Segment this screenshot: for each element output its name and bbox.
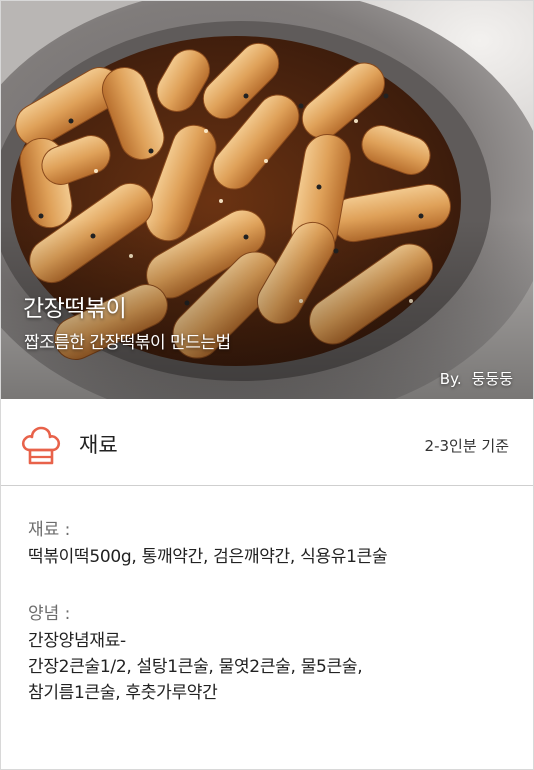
author-prefix: By.: [439, 370, 462, 388]
hero-section: 간장떡볶이 짭조름한 간장떡볶이 만드는법 By. 둥둥둥: [1, 1, 533, 399]
chef-hat-icon: [21, 426, 61, 465]
recipe-subtitle: 짭조름한 간장떡볶이 만드는법: [24, 333, 231, 353]
section-title: 재료: [79, 433, 118, 457]
ingredients-text: 떡볶이떡500g, 통깨약간, 검은깨약간, 식용유1큰술: [28, 547, 388, 567]
recipe-title: 간장떡볶이: [23, 296, 127, 322]
sauce-label: 양념 :: [28, 604, 71, 624]
ingredients-header: 재료 2-3인분 기준: [1, 399, 533, 486]
sauce-line: 간장양념재료-: [28, 631, 126, 651]
sauce-line: 참기름1큰술, 후춧가루약간: [28, 683, 218, 703]
ingredients-label: 재료 :: [28, 520, 71, 540]
sauce-line: 간장2큰술1/2, 설탕1큰술, 물엿2큰술, 물5큰술,: [28, 657, 363, 677]
sauce-text: 간장양념재료- 간장2큰술1/2, 설탕1큰술, 물엿2큰술, 물5큰술, 참기…: [28, 628, 363, 706]
author-credit[interactable]: By. 둥둥둥: [440, 368, 513, 389]
recipe-page: 간장떡볶이 짭조름한 간장떡볶이 만드는법 By. 둥둥둥 재료 2-3인분 기준…: [0, 0, 534, 770]
ingredients-body: 재료 : 떡볶이떡500g, 통깨약간, 검은깨약간, 식용유1큰술 양념 : …: [1, 487, 533, 769]
servings-label: 2-3인분 기준: [424, 437, 509, 455]
author-name[interactable]: 둥둥둥: [472, 370, 513, 388]
